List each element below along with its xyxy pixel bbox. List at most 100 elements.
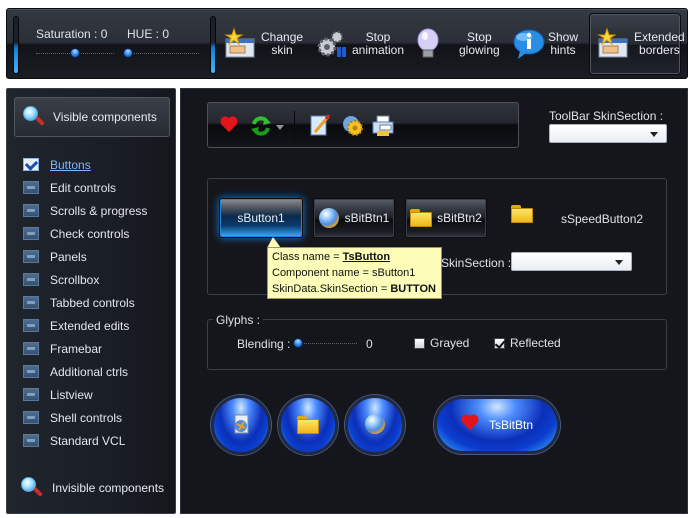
orb-globe-button[interactable] [345,395,405,455]
chevron-down-icon [650,132,658,137]
saturation-slider-thumb[interactable] [70,48,80,58]
sidebar-item-label: Shell controls [50,410,123,425]
stop-animation-button[interactable]: Stop animation [314,13,405,75]
sidebar-item-framebar[interactable]: Framebar [23,337,147,360]
form-item-icon [23,181,39,194]
refresh-icon[interactable] [250,115,272,137]
form-item-icon [23,365,39,378]
button-skin-section-combo[interactable] [511,252,632,271]
form-item-icon [23,204,39,217]
form-item-icon [23,273,39,286]
stop-glowing-label-2: glowing [459,43,500,57]
sidebar-item-label: Check controls [50,226,130,241]
magnifier-icon [21,477,43,499]
sidebar-item-buttons[interactable]: Buttons [23,153,147,176]
sidebar-item-check-controls[interactable]: Check controls [23,222,147,245]
form-item-icon [23,411,39,424]
edit-document-icon[interactable] [309,113,331,136]
fax-icon[interactable] [372,115,394,137]
sbitbtn1-label: sBitBtn1 [344,211,390,225]
sspeedbutton2-button[interactable]: sSpeedButton2 [561,212,643,226]
sidebar-item-shell-controls[interactable]: Shell controls [23,406,147,429]
form-item-icon [23,296,39,309]
glyphs-group-label: Glyphs : [213,313,264,327]
right-splitter-bar [210,16,216,74]
chevron-down-icon [615,260,623,265]
sidebar-item-label: Additional ctrls [50,364,129,379]
sidebar-item-label: Scrolls & progress [50,203,148,218]
sidebar-item-tabbed-controls[interactable]: Tabbed controls [23,291,147,314]
sidebar-item-panels[interactable]: Panels [23,245,147,268]
tsbitbtn-label: TsBitBtn [488,418,533,432]
visible-components-button[interactable]: Visible components [14,97,170,137]
orb-document-button[interactable] [211,395,271,455]
window-star-icon [223,27,257,61]
sidebar-item-listview[interactable]: Listview [23,383,147,406]
stop-glowing-button[interactable]: Stop glowing [411,13,500,75]
hint-skinsection-value: BUTTON [390,283,436,295]
hue-slider-thumb[interactable] [123,48,133,58]
hint-skinsection-prefix: SkinData.SkinSection = [272,283,391,295]
sidebar-item-label: Extended edits [50,318,130,333]
sbutton1-button[interactable]: sButton1 [219,198,303,238]
heart-icon[interactable] [220,117,242,139]
hue-value: 0 [162,27,170,41]
globe-icon [318,208,339,228]
sidebar-item-edit-controls[interactable]: Edit controls [23,176,147,199]
reflected-checkbox[interactable] [494,338,505,349]
tsbitbtn-button[interactable]: TsBitBtn [434,396,560,454]
saturation-slider[interactable] [36,48,114,58]
invisible-components-button[interactable]: Invisible components [21,477,164,499]
components-sidebar: Visible components Buttons Edit controls… [6,88,176,514]
toolbar-skin-section-combo[interactable] [549,124,667,143]
sbitbtn1-button[interactable]: sBitBtn1 [313,198,395,238]
sidebar-item-label: Edit controls [50,180,117,195]
document-globe-icon [234,414,249,434]
sbitbtn2-button[interactable]: sBitBtn2 [405,198,487,238]
blending-slider[interactable] [293,338,357,348]
reflected-label: Reflected [510,336,561,350]
saturation-label-text: Saturation : [36,27,98,41]
hint-class-line: Class name = TsButton [272,249,437,265]
settings-globe-icon[interactable] [342,115,364,137]
gears-icon [314,27,348,61]
grayed-checkbox[interactable] [414,338,425,349]
extended-borders-button[interactable]: Extended borders [589,13,685,75]
magnifier-icon [23,106,45,128]
sidebar-item-scrolls-progress[interactable]: Scrolls & progress [23,199,147,222]
saturation-label: Saturation : 0 [36,27,107,41]
sidebar-item-label: Panels [50,249,87,264]
component-hint-tooltip: Class name = TsButton Component name = s… [267,247,442,299]
sspeedbutton2-folder-icon[interactable] [511,205,533,226]
hint-class-prefix: Class name = [272,251,343,263]
button-skin-section-label: SkinSection : [441,256,512,270]
sidebar-item-label: Scrollbox [50,272,100,287]
show-hints-button[interactable]: Show hints [512,13,578,75]
form-item-icon [23,227,39,240]
heart-icon [461,415,479,431]
blending-label: Blending : [237,337,291,351]
form-item-icon [23,434,39,447]
change-skin-button[interactable]: Change skin [223,13,303,75]
stop-animation-label-2: animation [352,43,405,57]
demo-toolbar [207,102,519,148]
sidebar-item-label: Standard VCL [50,433,126,448]
sidebar-item-label: Buttons [50,157,91,172]
hint-skinsection-line: SkinData.SkinSection = BUTTON [272,281,437,297]
blending-slider-thumb[interactable] [293,338,303,348]
sidebar-item-additional-ctrls[interactable]: Additional ctrls [23,360,147,383]
hue-slider[interactable] [123,48,199,58]
sidebar-item-label: Framebar [50,341,103,356]
sidebar-item-extended-edits[interactable]: Extended edits [23,314,147,337]
globe-icon [365,414,385,434]
left-splitter-bar [13,16,19,74]
folder-icon [511,205,533,223]
orb-folder-button[interactable] [278,395,338,455]
sidebar-item-label: Listview [50,387,93,402]
checked-item-icon [23,158,39,171]
sbutton1-label: sButton1 [237,211,285,225]
sidebar-item-scrollbox[interactable]: Scrollbox [23,268,147,291]
form-item-icon [23,319,39,332]
sidebar-item-standard-vcl[interactable]: Standard VCL [23,429,147,452]
dropdown-arrow-icon[interactable] [276,120,284,130]
